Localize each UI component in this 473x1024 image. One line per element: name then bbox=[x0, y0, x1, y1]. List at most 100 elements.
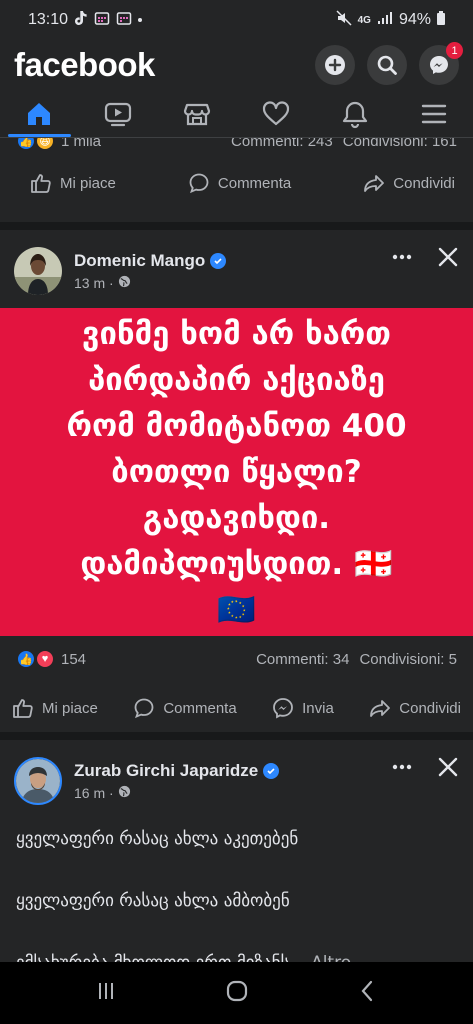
post-time[interactable]: 13 m · bbox=[74, 275, 114, 291]
more-options-button[interactable] bbox=[391, 246, 413, 273]
banner-text: ვინმე ხომ არ ხართ პირდაპირ აქციაზე რომ მ… bbox=[66, 316, 407, 628]
messenger-icon bbox=[430, 56, 448, 74]
avatar[interactable] bbox=[14, 247, 62, 295]
tab-notifications[interactable] bbox=[315, 90, 394, 137]
post-separator bbox=[0, 732, 473, 740]
post-time[interactable]: 16 m · bbox=[74, 785, 114, 801]
post-header: Zurab Girchi Japaridze 16 m · bbox=[0, 740, 473, 808]
tab-home[interactable] bbox=[0, 90, 79, 137]
share-button[interactable]: Condividi bbox=[369, 697, 461, 719]
facebook-logo[interactable]: facebook bbox=[14, 46, 155, 84]
tab-dating[interactable] bbox=[236, 90, 315, 137]
post-line: ემსახურება მხოლოდ ერთ მიზანს... bbox=[16, 953, 306, 962]
post-actions: Mi piace Commenta Condividi bbox=[0, 158, 473, 208]
signal-icon bbox=[377, 11, 393, 30]
globe-icon bbox=[118, 785, 131, 801]
video-icon bbox=[105, 102, 132, 126]
heart-icon bbox=[262, 100, 289, 125]
comment-icon bbox=[189, 173, 209, 194]
post-actions: Mi piace Commenta Invia Condividi bbox=[0, 682, 473, 734]
post-stats: 👍 😆 1 mila Commenti: 243 Condivisioni: 1… bbox=[0, 138, 473, 158]
recent-apps-button[interactable] bbox=[94, 979, 118, 1008]
post-card-domenic: Domenic Mango 13 m · ვინმე ხომ არ ხართ პ… bbox=[0, 230, 473, 732]
send-button[interactable]: Invia bbox=[272, 697, 334, 719]
comments-count[interactable]: Commenti: 34 bbox=[256, 651, 349, 668]
love-reaction-icon: ♥ bbox=[35, 649, 55, 669]
app-header: facebook 1 bbox=[0, 40, 473, 90]
avatar[interactable] bbox=[14, 757, 62, 805]
reactions-count[interactable]: 1 mila bbox=[61, 138, 101, 150]
ellipsis-icon bbox=[392, 254, 412, 260]
tiktok-icon bbox=[74, 10, 88, 31]
search-icon bbox=[377, 55, 397, 75]
comment-icon bbox=[134, 698, 154, 719]
messenger-send-icon bbox=[273, 698, 294, 719]
post-line: ყველაფერი რასაც ახლა აკეთებენ bbox=[16, 829, 299, 849]
like-button[interactable]: Mi piace bbox=[30, 172, 116, 194]
calendar-icon bbox=[94, 10, 110, 31]
shares-count[interactable]: Condivisioni: 161 bbox=[343, 138, 457, 150]
share-button[interactable]: Condividi bbox=[363, 172, 455, 194]
messenger-badge: 1 bbox=[446, 42, 463, 59]
close-icon bbox=[438, 757, 458, 777]
tab-bar bbox=[0, 90, 473, 138]
like-button[interactable]: Mi piace bbox=[12, 697, 98, 719]
author-name[interactable]: Zurab Girchi Japaridze bbox=[74, 761, 258, 781]
back-button[interactable] bbox=[356, 979, 380, 1008]
see-more-link[interactable]: Altro... bbox=[311, 953, 367, 962]
thumbs-up-icon bbox=[13, 699, 33, 718]
recent-apps-icon bbox=[98, 982, 113, 999]
bell-icon bbox=[342, 101, 367, 128]
author-name[interactable]: Domenic Mango bbox=[74, 251, 205, 271]
reactions-count[interactable]: 154 bbox=[61, 651, 86, 668]
post-text-banner[interactable]: ვინმე ხომ არ ხართ პირდაპირ აქციაზე რომ მ… bbox=[0, 308, 473, 636]
ellipsis-icon bbox=[392, 764, 412, 770]
battery-icon bbox=[437, 10, 445, 30]
hamburger-icon bbox=[421, 104, 446, 123]
marketplace-icon bbox=[183, 103, 211, 125]
post-header: Domenic Mango 13 m · bbox=[0, 230, 473, 298]
more-options-button[interactable] bbox=[391, 756, 413, 783]
post-body[interactable]: ყველაფერი რასაც ახლა აკეთებენ ყველაფერი … bbox=[0, 808, 473, 962]
post-card-zurab: Zurab Girchi Japaridze 16 m · ყველაფერი … bbox=[0, 740, 473, 962]
verified-badge-icon bbox=[263, 763, 280, 779]
create-button[interactable] bbox=[315, 45, 355, 85]
tab-menu[interactable] bbox=[394, 90, 473, 137]
tab-marketplace[interactable] bbox=[158, 90, 237, 137]
battery-level: 94% bbox=[398, 11, 431, 28]
plus-icon bbox=[325, 55, 345, 75]
like-reaction-icon: 👍 bbox=[16, 138, 36, 151]
news-feed[interactable]: 👍 😆 1 mila Commenti: 243 Condivisioni: 1… bbox=[0, 138, 473, 962]
tab-video[interactable] bbox=[79, 90, 158, 137]
close-icon bbox=[438, 247, 458, 267]
system-nav-bar bbox=[0, 962, 473, 1024]
search-button[interactable] bbox=[367, 45, 407, 85]
network-type: 4G bbox=[357, 14, 371, 26]
thumbs-up-icon bbox=[31, 174, 51, 193]
status-bar: 13:10 4G 94% bbox=[0, 0, 473, 40]
home-circle-icon bbox=[226, 980, 247, 1001]
post-stats: 👍 ♥ 154 Commenti: 34 Condivisioni: 5 bbox=[0, 636, 473, 682]
shares-count[interactable]: Condivisioni: 5 bbox=[359, 651, 457, 668]
comments-count[interactable]: Commenti: 243 bbox=[231, 138, 333, 150]
comment-button[interactable]: Commenta bbox=[133, 697, 237, 719]
share-icon bbox=[364, 175, 385, 192]
home-system-button[interactable] bbox=[225, 979, 249, 1008]
messenger-button[interactable]: 1 bbox=[419, 42, 463, 85]
clock: 13:10 bbox=[28, 11, 69, 28]
like-reaction-icon: 👍 bbox=[16, 649, 36, 669]
home-icon bbox=[28, 102, 51, 125]
comment-button[interactable]: Commenta bbox=[188, 172, 291, 194]
post-separator bbox=[0, 222, 473, 230]
share-icon bbox=[370, 700, 391, 717]
verified-badge-icon bbox=[210, 253, 227, 269]
post-line: ყველაფერი რასაც ახლა ამბობენ bbox=[16, 891, 290, 911]
globe-icon bbox=[118, 275, 131, 291]
back-chevron-icon bbox=[361, 980, 372, 1001]
hide-post-button[interactable] bbox=[437, 756, 459, 783]
calendar-icon-2 bbox=[116, 10, 132, 31]
hide-post-button[interactable] bbox=[437, 246, 459, 273]
mute-icon bbox=[336, 9, 352, 31]
notification-dot bbox=[138, 18, 143, 22]
post-card-previous: 👍 😆 1 mila Commenti: 243 Condivisioni: 1… bbox=[0, 138, 473, 222]
